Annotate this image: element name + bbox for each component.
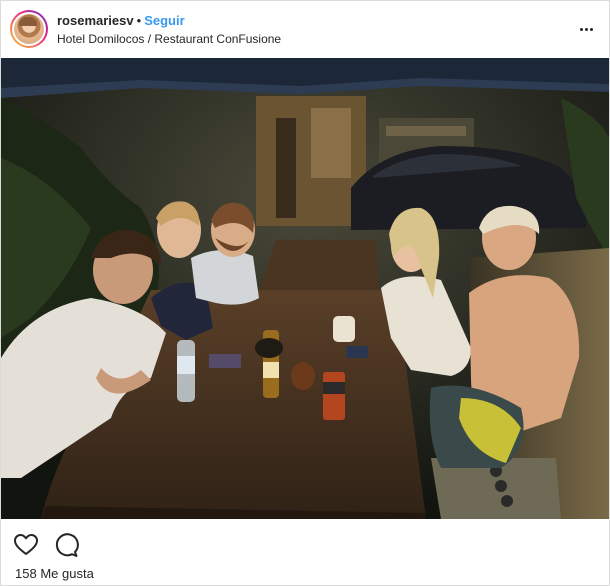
- separator-dot: •: [136, 13, 142, 28]
- action-bar: [1, 529, 609, 561]
- likes-count[interactable]: 158 Me gusta: [15, 566, 94, 582]
- avatar[interactable]: [10, 10, 48, 48]
- post-header: rosemariesv • Seguir Hotel Domilocos / Res…: [1, 1, 609, 57]
- photo-illustration: [1, 58, 609, 519]
- instagram-post: rosemariesv • Seguir Hotel Domilocos / Res…: [0, 0, 610, 586]
- likes-label: Me gusta: [40, 566, 94, 581]
- username-link[interactable]: rosemariesv: [57, 13, 134, 28]
- likes-number: 158: [15, 566, 37, 581]
- follow-button[interactable]: Seguir: [144, 13, 184, 28]
- post-photo[interactable]: [1, 58, 609, 519]
- location-link[interactable]: Hotel Domilocos / Restaurant ConFusione: [57, 32, 281, 46]
- avatar-image: [14, 14, 44, 44]
- comment-icon[interactable]: [52, 531, 80, 559]
- user-line: rosemariesv • Seguir: [57, 13, 185, 29]
- heart-icon[interactable]: [12, 531, 40, 559]
- more-options-icon[interactable]: [579, 21, 595, 37]
